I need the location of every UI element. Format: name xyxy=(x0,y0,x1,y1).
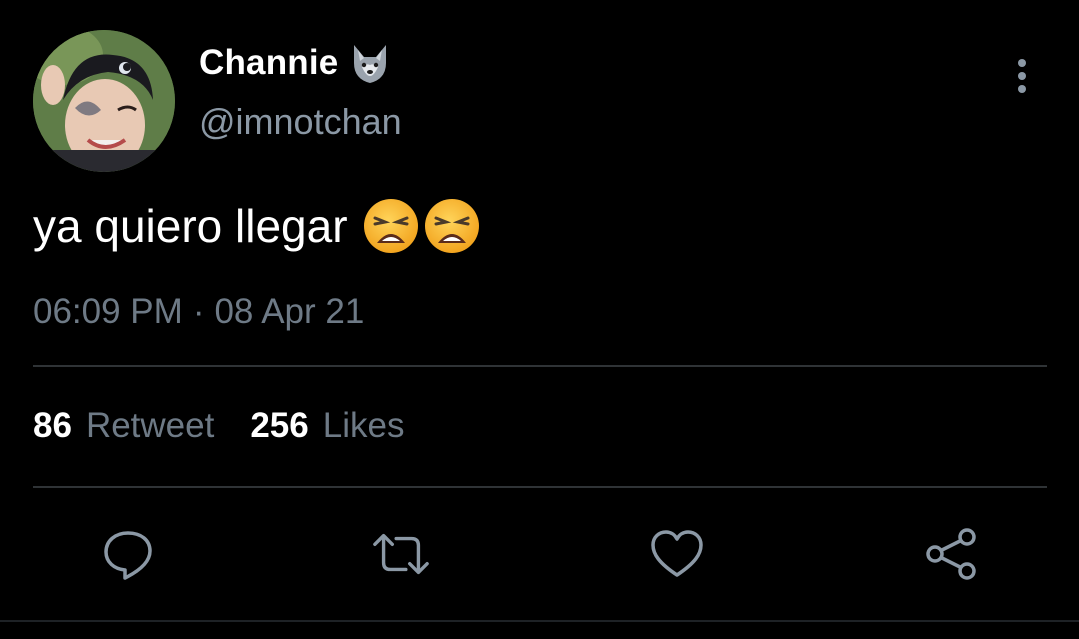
share-icon xyxy=(926,528,976,580)
more-options-icon[interactable] xyxy=(1008,56,1036,98)
retweet-count[interactable]: 86 xyxy=(33,406,72,446)
divider xyxy=(33,365,1047,367)
engagement-stats: 86 Retweet 256 Likes xyxy=(33,406,404,446)
weary-face-icon xyxy=(424,199,479,253)
retweet-button[interactable] xyxy=(371,524,431,584)
likes-label[interactable]: Likes xyxy=(323,406,405,446)
reply-icon xyxy=(104,531,152,580)
heart-icon xyxy=(651,530,703,577)
like-button[interactable] xyxy=(647,524,707,584)
tweet-date: 08 Apr 21 xyxy=(214,292,365,331)
display-name-row: Channie xyxy=(199,40,392,86)
user-handle[interactable]: @imnotchan xyxy=(199,101,402,143)
retweet-icon xyxy=(373,533,429,575)
weary-face-icon xyxy=(363,199,418,253)
display-name[interactable]: Channie xyxy=(199,43,338,83)
share-button[interactable] xyxy=(921,524,981,584)
retweet-label[interactable]: Retweet xyxy=(86,406,214,446)
timestamp-separator: · xyxy=(192,292,205,331)
tweet-text-row: ya quiero llegar xyxy=(33,196,481,256)
tweet-text: ya quiero llegar xyxy=(33,200,348,252)
timestamp[interactable]: 06:09 PM · 08 Apr 21 xyxy=(33,292,364,332)
divider xyxy=(33,486,1047,488)
tweet-time: 06:09 PM xyxy=(33,292,183,331)
bottom-divider xyxy=(0,620,1079,622)
wolf-face-icon xyxy=(348,41,392,85)
avatar[interactable] xyxy=(33,30,175,172)
likes-count[interactable]: 256 xyxy=(250,406,308,446)
reply-button[interactable] xyxy=(98,524,158,584)
